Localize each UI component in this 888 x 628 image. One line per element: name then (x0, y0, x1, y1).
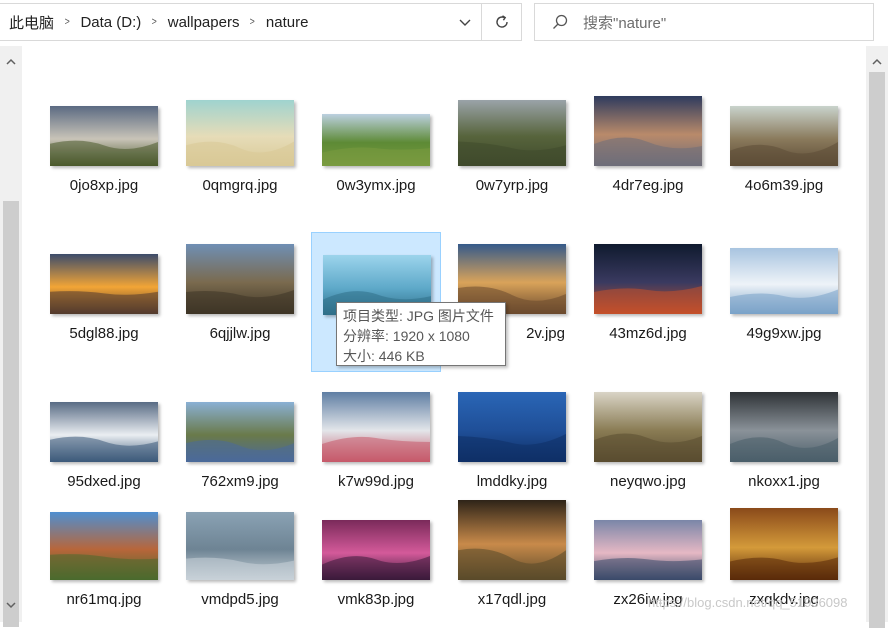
scrollbar-thumb[interactable] (3, 201, 19, 627)
thumbnail-image (730, 392, 838, 462)
file-item[interactable]: 6qjjlw.jpg (175, 232, 305, 372)
thumbnail-image (594, 392, 702, 462)
file-item[interactable]: 0qmgrq.jpg (175, 84, 305, 224)
file-name-label: 0jo8xp.jpg (69, 177, 139, 194)
thumbnail-image (186, 512, 294, 580)
address-toolbar: 此电脑 > Data (D:) > wallpapers > nature 搜索… (0, 0, 888, 46)
breadcrumb-this-pc[interactable]: 此电脑 (0, 12, 54, 33)
file-name-label: vmk83p.jpg (337, 591, 415, 608)
thumbnail-image (50, 254, 158, 314)
thumbnail-image (50, 512, 158, 580)
thumbnail-image (730, 248, 838, 314)
thumbnail-image (322, 520, 430, 580)
scroll-up-icon[interactable] (3, 54, 19, 70)
thumbnail-image (50, 106, 158, 166)
file-name-label: 95dxed.jpg (67, 473, 141, 490)
file-name-label: lmddky.jpg (476, 473, 548, 490)
file-item[interactable]: nr61mq.jpg (39, 498, 169, 622)
search-icon (553, 14, 568, 29)
file-info-tooltip: 项目类型: JPG 图片文件 分辨率: 1920 x 1080 大小: 446 … (336, 302, 506, 366)
file-name-label: 4o6m39.jpg (744, 177, 824, 194)
file-name-label: 6qjjlw.jpg (209, 325, 271, 342)
file-name-label: 4dr7eg.jpg (612, 177, 684, 194)
file-name-label: 0qmgrq.jpg (202, 177, 278, 194)
chevron-right-icon[interactable]: > (242, 16, 263, 28)
file-item[interactable]: 5dgl88.jpg (39, 232, 169, 372)
breadcrumb-nature[interactable]: nature (266, 14, 309, 31)
scroll-down-icon[interactable] (3, 597, 19, 613)
thumbnail-image (458, 500, 566, 580)
file-name-label: 5dgl88.jpg (69, 325, 139, 342)
search-box[interactable]: 搜索"nature" (534, 3, 874, 41)
file-name-label: vmdpd5.jpg (201, 591, 279, 608)
breadcrumb-drive[interactable]: Data (D:) (80, 14, 141, 31)
thumbnail-image (322, 392, 430, 462)
file-item[interactable]: x17qdl.jpg (447, 498, 577, 622)
address-bar[interactable]: 此电脑 > Data (D:) > wallpapers > nature (0, 3, 482, 41)
navigation-pane-scrollbar[interactable] (0, 46, 22, 627)
file-name-label: neyqwo.jpg (610, 473, 686, 490)
file-name-label: k7w99d.jpg (338, 473, 414, 490)
thumbnail-image (594, 520, 702, 580)
file-list-scrollbar[interactable] (866, 46, 888, 628)
thumbnail-image (186, 100, 294, 166)
refresh-icon (495, 15, 508, 28)
file-item[interactable]: 49g9xw.jpg (719, 232, 849, 372)
file-item[interactable]: vmk83p.jpg (311, 498, 441, 622)
thumbnail-image (730, 508, 838, 580)
thumbnail-image (594, 244, 702, 314)
scroll-up-icon[interactable] (869, 54, 885, 70)
chevron-down-icon[interactable] (457, 14, 473, 30)
watermark: https://blog.csdn.net/qq_51936098 (648, 595, 848, 610)
thumbnail-image (322, 114, 430, 166)
chevron-right-icon[interactable]: > (144, 16, 165, 28)
refresh-button[interactable] (482, 3, 522, 41)
thumbnail-image (730, 106, 838, 166)
file-item[interactable]: 43mz6d.jpg (583, 232, 713, 372)
scrollbar-thumb[interactable] (869, 72, 885, 628)
thumbnail-image (186, 244, 294, 314)
file-name-label: 762xm9.jpg (201, 473, 279, 490)
file-name-label: 0w7yrp.jpg (475, 177, 549, 194)
thumbnail-image (186, 402, 294, 462)
file-item[interactable]: 0w7yrp.jpg (447, 84, 577, 224)
file-name-label: nr61mq.jpg (66, 591, 142, 608)
chevron-right-icon[interactable]: > (57, 16, 78, 28)
file-name-label: x17qdl.jpg (477, 591, 547, 608)
file-name-label: nkoxx1.jpg (748, 473, 820, 490)
thumbnail-image (458, 392, 566, 462)
breadcrumb-wallpapers[interactable]: wallpapers (168, 14, 240, 31)
tooltip-resolution: 分辨率: 1920 x 1080 (343, 328, 470, 344)
tooltip-item-type: 项目类型: JPG 图片文件 (343, 308, 494, 324)
file-item[interactable]: 0jo8xp.jpg (39, 84, 169, 224)
file-name-label: 0w3ymx.jpg (336, 177, 416, 194)
file-item[interactable]: vmdpd5.jpg (175, 498, 305, 622)
tooltip-size: 大小: 446 KB (343, 348, 425, 364)
file-name-label: 49g9xw.jpg (746, 325, 822, 342)
thumbnail-image (50, 402, 158, 462)
search-placeholder: 搜索"nature" (583, 14, 667, 32)
file-item[interactable]: 4dr7eg.jpg (583, 84, 713, 224)
file-item[interactable]: 0w3ymx.jpg (311, 84, 441, 224)
thumbnail-image (594, 96, 702, 166)
thumbnail-image (458, 100, 566, 166)
file-item[interactable]: 4o6m39.jpg (719, 84, 849, 224)
file-name-label: 43mz6d.jpg (609, 325, 687, 342)
